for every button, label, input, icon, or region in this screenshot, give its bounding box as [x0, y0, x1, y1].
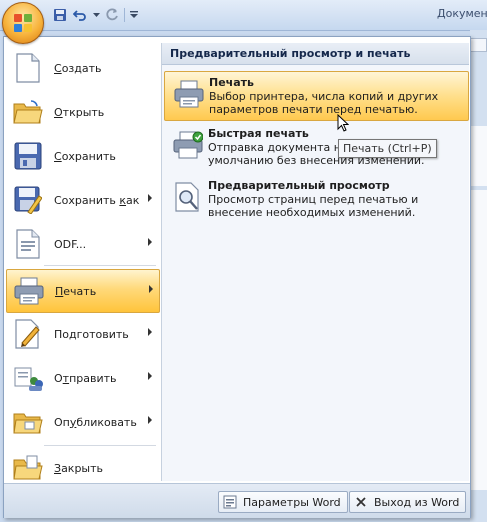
- customize-qat-icon[interactable]: [129, 7, 139, 23]
- office-menu: Создать Открыть Сохранить Сохранить как: [3, 36, 471, 518]
- open-folder-icon: [12, 96, 44, 128]
- submenu-item-title: Печать: [209, 76, 254, 89]
- submenu-item-title: Быстрая печать: [208, 127, 309, 140]
- menu-item-label: Отправить: [54, 371, 117, 385]
- submenu-header: Предварительный просмотр и печать докуме…: [162, 43, 469, 82]
- undo-dropdown-icon[interactable]: [92, 7, 100, 23]
- menu-item-label: Сохранить как: [54, 193, 140, 207]
- submenu-arrow-icon: [148, 372, 152, 380]
- save-disk-icon: [12, 140, 44, 172]
- menu-item-open[interactable]: Открыть: [6, 91, 158, 133]
- menu-item-label: Закрыть: [54, 461, 104, 475]
- menu-item-prepare[interactable]: Подготовить: [6, 313, 158, 355]
- undo-icon[interactable]: [72, 7, 88, 23]
- menu-divider: [44, 445, 156, 446]
- submenu-item-description: Просмотр страниц перед печатью и внесени…: [208, 193, 419, 219]
- menu-item-save-as[interactable]: Сохранить как: [6, 179, 158, 221]
- quick-access-toolbar: [52, 6, 139, 24]
- word-options-label: Параметры Word: [243, 495, 341, 509]
- office-logo-icon: [14, 14, 32, 32]
- submenu-item-print[interactable]: Печать Выбор принтера, числа копий и дру…: [164, 71, 469, 121]
- menu-item-new[interactable]: Создать: [6, 47, 158, 89]
- quick-print-icon: [172, 129, 204, 161]
- submenu-arrow-icon: [148, 238, 152, 246]
- menu-item-label: Опубликовать: [54, 415, 137, 429]
- title-bar: Документ1: [0, 0, 487, 31]
- print-preview-icon: [172, 181, 204, 213]
- printer-icon: [13, 275, 45, 307]
- printer-icon: [173, 78, 205, 110]
- exit-word-button[interactable]: Выход из Word: [349, 491, 467, 513]
- menu-item-label: ODF...: [54, 237, 87, 251]
- new-document-icon: [12, 52, 44, 84]
- exit-word-label: Выход из Word: [374, 495, 460, 509]
- submenu-arrow-icon: [149, 285, 153, 293]
- publish-icon: [12, 406, 44, 438]
- submenu-item-print-preview[interactable]: Предварительный просмотр Просмотр страни…: [164, 175, 467, 223]
- menu-item-label: Создать: [54, 61, 102, 75]
- save-icon[interactable]: [52, 7, 68, 23]
- submenu-arrow-icon: [148, 416, 152, 424]
- close-folder-icon: [12, 452, 44, 484]
- submenu-item-title: Предварительный просмотр: [208, 179, 390, 192]
- office-button[interactable]: [2, 2, 44, 44]
- submenu-arrow-icon: [148, 328, 152, 336]
- odf-icon: [12, 228, 44, 260]
- menu-item-save[interactable]: Сохранить: [6, 135, 158, 177]
- menu-item-odf[interactable]: ODF...: [6, 223, 158, 265]
- window-title: Документ1: [437, 7, 487, 20]
- menu-divider: [44, 265, 156, 266]
- options-icon: [223, 495, 237, 509]
- save-as-icon: [12, 184, 44, 216]
- word-options-button[interactable]: Параметры Word: [218, 491, 348, 513]
- menu-bottom-bar: Параметры Word Выход из Word: [4, 483, 470, 518]
- menu-item-send[interactable]: Отправить: [6, 357, 158, 399]
- print-tooltip: Печать (Ctrl+P): [338, 139, 437, 158]
- document-background: [470, 30, 487, 522]
- close-icon: [354, 495, 368, 509]
- send-icon: [12, 362, 44, 394]
- menu-item-publish[interactable]: Опубликовать: [6, 401, 158, 443]
- submenu-arrow-icon: [148, 194, 152, 202]
- menu-left-pane: Создать Открыть Сохранить Сохранить как: [4, 43, 160, 481]
- menu-item-label: Открыть: [54, 105, 105, 119]
- menu-item-label: Печать: [55, 284, 97, 298]
- submenu-item-description: Выбор принтера, числа копий и других пар…: [209, 90, 439, 116]
- toolbar-separator: [124, 8, 125, 22]
- mouse-cursor-icon: [337, 113, 350, 132]
- menu-item-label: Сохранить: [54, 149, 116, 163]
- redo-icon[interactable]: [104, 7, 120, 23]
- menu-item-label: Подготовить: [54, 327, 129, 341]
- print-submenu: Предварительный просмотр и печать докуме…: [161, 43, 469, 481]
- prepare-icon: [12, 318, 44, 350]
- menu-item-print[interactable]: Печать: [6, 269, 160, 313]
